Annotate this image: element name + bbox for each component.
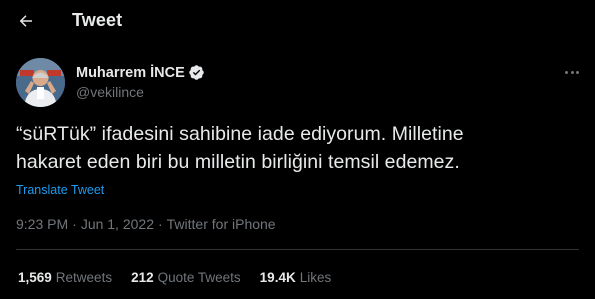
author-name-row[interactable]: Muharrem İNCE <box>76 64 205 81</box>
more-options-button[interactable] <box>560 62 584 82</box>
tweet-meta: 9:23 PM · Jun 1, 2022 · Twitter for iPho… <box>16 216 276 232</box>
author-name[interactable]: Muharrem İNCE <box>76 65 185 81</box>
verified-badge-icon <box>188 64 205 81</box>
retweets-label: Retweets <box>55 270 113 285</box>
more-dot-icon <box>565 70 568 74</box>
translate-tweet-link[interactable]: Translate Tweet <box>16 183 104 197</box>
quote-tweets-count: 212 <box>131 270 154 285</box>
more-dot-icon <box>570 70 574 74</box>
meta-separator: · <box>157 216 163 232</box>
tweet-time[interactable]: 9:23 PM <box>16 216 68 232</box>
tweet-text-line: “süRTük” ifadesini sahibine iade ediyoru… <box>16 123 464 145</box>
tweet-text: “süRTük” ifadesini sahibine iade ediyoru… <box>16 120 576 176</box>
more-dot-icon <box>576 70 579 74</box>
likes-stat[interactable]: 19.4K Likes <box>260 270 332 285</box>
top-bar: Tweet <box>0 0 595 42</box>
retweets-count: 1,569 <box>18 270 52 285</box>
tweet-page: Tweet Muharrem İNCE @vekilince “süRTük” … <box>0 0 595 299</box>
arrow-left-icon <box>19 15 32 27</box>
tweet-date[interactable]: Jun 1, 2022 <box>81 216 154 232</box>
quote-tweets-stat[interactable]: 212 Quote Tweets <box>131 270 241 285</box>
quote-tweets-label: Quote Tweets <box>157 270 241 285</box>
author-handle[interactable]: @vekilince <box>76 84 144 100</box>
engagement-stats: 1,569 Retweets 212 Quote Tweets 19.4K Li… <box>18 270 350 285</box>
meta-separator: · <box>72 216 77 232</box>
retweets-stat[interactable]: 1,569 Retweets <box>18 270 112 285</box>
page-title: Tweet <box>72 10 123 30</box>
divider <box>16 249 579 250</box>
tweet-text-line: hakaret eden biri bu milletin birliğini … <box>16 151 460 173</box>
avatar-image <box>16 58 65 107</box>
back-button[interactable] <box>10 5 42 37</box>
likes-count: 19.4K <box>259 270 296 285</box>
avatar[interactable] <box>16 58 65 107</box>
tweet-source[interactable]: Twitter for iPhone <box>167 216 276 232</box>
likes-label: Likes <box>299 270 332 285</box>
